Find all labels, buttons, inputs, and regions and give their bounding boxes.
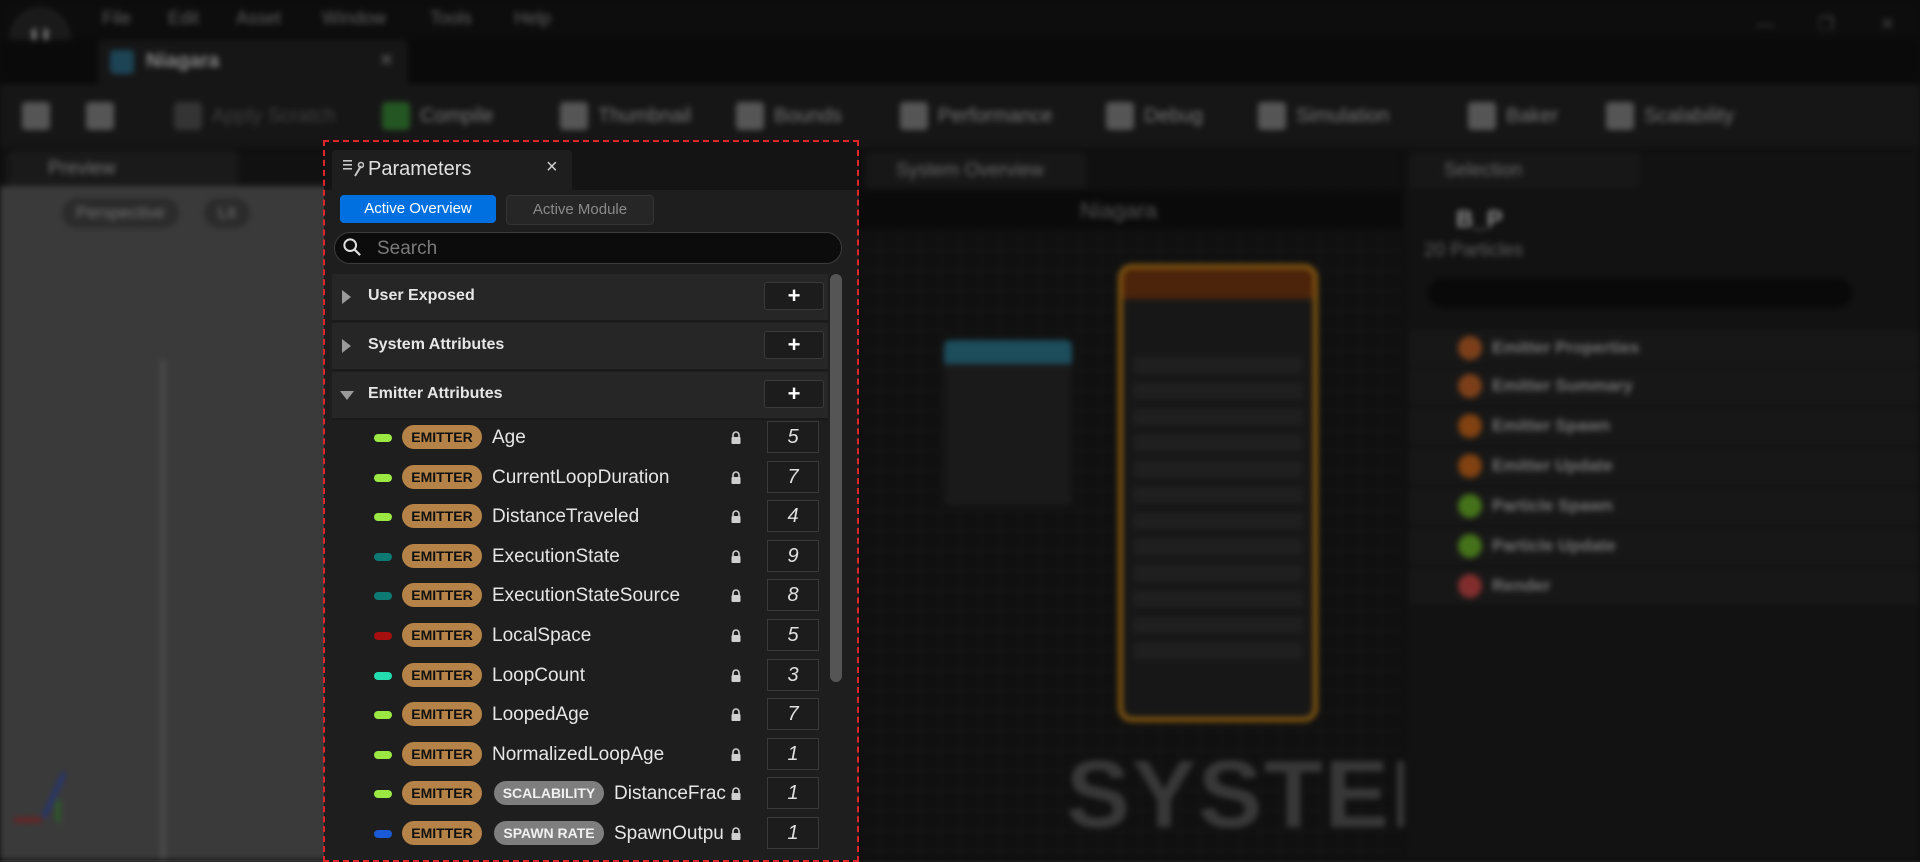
type-color-icon <box>374 830 392 838</box>
expand-arrow-icon[interactable] <box>342 339 351 353</box>
lock-icon <box>731 787 741 801</box>
lock-icon <box>731 550 741 563</box>
reference-count: 5 <box>767 421 819 453</box>
search-input[interactable] <box>375 236 829 262</box>
lock-icon <box>731 827 741 840</box>
type-color-icon <box>374 671 392 680</box>
category-label: System Attributes <box>368 336 505 353</box>
parameter-row[interactable]: EMITTER Age 5 <box>324 419 824 458</box>
namespace-badge[interactable]: EMITTER <box>402 464 482 489</box>
add-user-parameter-button[interactable]: + <box>764 282 824 310</box>
lock-icon <box>731 431 741 444</box>
category-system-attributes[interactable]: System Attributes + <box>332 323 828 371</box>
namespace-badge[interactable]: EMITTER <box>402 702 482 727</box>
category-label: Emitter Attributes <box>368 385 503 402</box>
dim-overlay <box>0 0 1920 860</box>
lock-icon <box>731 668 741 682</box>
type-color-icon <box>374 592 392 601</box>
reference-count: 5 <box>767 619 819 651</box>
parameter-name: ExecutionStateSource <box>492 585 681 607</box>
reference-count: 7 <box>767 460 819 493</box>
sub-namespace-badge[interactable]: SPAWN RATE <box>494 821 604 845</box>
parameter-name: ExecutionState <box>492 545 620 567</box>
parameters-title: Parameters <box>368 158 472 180</box>
parameter-row[interactable]: EMITTER SPAWN RATE SpawnOutpu 1 <box>324 815 824 854</box>
parameter-name: DistanceTraveled <box>492 506 640 528</box>
sub-namespace-badge[interactable]: SCALABILITY <box>494 781 604 806</box>
parameter-row[interactable]: EMITTER LoopedAge 7 <box>324 696 824 735</box>
type-color-icon <box>374 750 392 759</box>
namespace-badge[interactable]: EMITTER <box>402 425 482 449</box>
lock-icon <box>731 708 741 722</box>
reference-count: 1 <box>767 737 819 770</box>
parameter-name: CurrentLoopDuration <box>492 466 670 488</box>
type-color-icon <box>374 552 392 561</box>
parameters-panel: Parameters × Active Overview Active Modu… <box>324 140 859 860</box>
parameter-row[interactable]: EMITTER DistanceTraveled 4 <box>324 498 824 537</box>
parameter-row[interactable]: EMITTER ExecutionState 9 <box>324 538 824 577</box>
parameter-name: DistanceFrac <box>614 783 726 805</box>
namespace-badge[interactable]: EMITTER <box>402 741 482 766</box>
parameter-name: LoopCount <box>492 664 585 686</box>
parameter-name: LoopedAge <box>492 704 590 726</box>
reference-count: 7 <box>767 698 819 731</box>
reference-count: 4 <box>767 500 819 533</box>
reference-count: 8 <box>767 579 819 612</box>
scrollbar[interactable] <box>830 274 842 682</box>
type-color-icon <box>374 711 392 720</box>
parameter-row[interactable]: EMITTER ExecutionStateSource 8 <box>324 577 824 616</box>
category-emitter-attributes[interactable]: Emitter Attributes + <box>332 372 828 420</box>
reference-count: 9 <box>767 539 819 572</box>
collapse-arrow-icon[interactable] <box>340 391 354 400</box>
parameter-name: SpawnOutpu <box>614 823 724 844</box>
type-color-icon <box>374 473 392 482</box>
search-icon <box>343 238 361 256</box>
type-color-icon <box>374 434 392 442</box>
lock-icon <box>731 470 741 484</box>
type-color-icon <box>374 632 392 640</box>
category-user-exposed[interactable]: User Exposed + <box>332 274 828 322</box>
namespace-badge[interactable]: EMITTER <box>402 583 482 608</box>
namespace-badge[interactable]: EMITTER <box>402 781 482 806</box>
namespace-badge[interactable]: EMITTER <box>402 504 482 529</box>
parameter-name: LocalSpace <box>492 625 592 646</box>
parameters-tab[interactable]: Parameters × <box>332 150 572 190</box>
parameters-icon <box>342 158 365 183</box>
lock-icon <box>731 629 741 642</box>
add-emitter-parameter-button[interactable]: + <box>764 380 824 408</box>
lock-icon <box>731 748 741 761</box>
add-system-parameter-button[interactable]: + <box>764 331 824 359</box>
tab-active-overview[interactable]: Active Overview <box>340 195 496 223</box>
namespace-badge[interactable]: EMITTER <box>402 662 482 687</box>
category-label: User Exposed <box>368 287 475 304</box>
reference-count: 1 <box>767 777 819 810</box>
reference-count: 1 <box>767 817 819 849</box>
close-icon[interactable]: × <box>546 156 558 179</box>
lock-icon <box>731 589 741 603</box>
type-color-icon <box>374 790 392 799</box>
parameter-row[interactable]: EMITTER NormalizedLoopAge 1 <box>324 736 824 775</box>
expand-arrow-icon[interactable] <box>342 290 351 304</box>
namespace-badge[interactable]: EMITTER <box>402 623 482 647</box>
namespace-badge[interactable]: EMITTER <box>402 543 482 568</box>
parameter-row[interactable]: EMITTER CurrentLoopDuration 7 <box>324 459 824 498</box>
tab-active-module[interactable]: Active Module <box>506 195 654 225</box>
namespace-badge[interactable]: EMITTER <box>402 821 482 845</box>
reference-count: 3 <box>767 658 819 691</box>
parameter-row[interactable]: EMITTER SCALABILITY DistanceFrac 1 <box>324 775 824 814</box>
parameter-name: NormalizedLoopAge <box>492 743 665 765</box>
lock-icon <box>731 510 741 524</box>
parameter-row[interactable]: EMITTER LoopCount 3 <box>324 657 824 696</box>
type-color-icon <box>374 513 392 522</box>
search-box <box>334 232 842 264</box>
parameter-name: Age <box>492 427 526 448</box>
parameter-row[interactable]: EMITTER LocalSpace 5 <box>324 617 824 656</box>
